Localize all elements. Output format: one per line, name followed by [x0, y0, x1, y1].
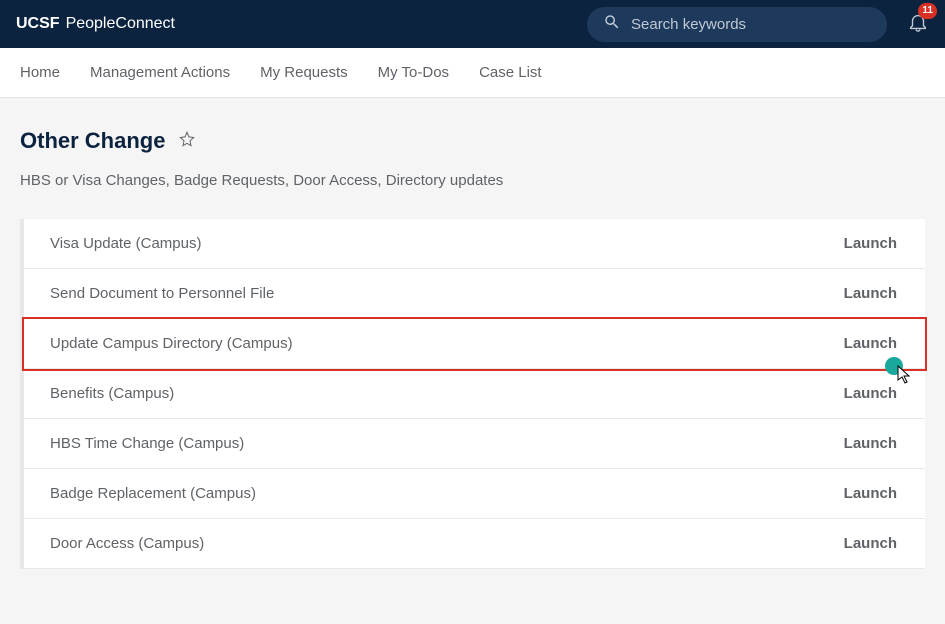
launch-button[interactable]: Launch: [844, 535, 897, 552]
brand-logo: UCSF PeopleConnect: [16, 15, 175, 33]
list-item-send-document[interactable]: Send Document to Personnel File Launch: [24, 269, 925, 319]
main-content: Other Change HBS or Visa Changes, Badge …: [0, 98, 945, 569]
launch-button[interactable]: Launch: [844, 385, 897, 402]
notification-badge: 11: [918, 3, 937, 19]
launch-button[interactable]: Launch: [844, 285, 897, 302]
row-title: Door Access (Campus): [50, 535, 204, 552]
nav-my-requests[interactable]: My Requests: [260, 64, 348, 81]
page-title: Other Change: [20, 128, 165, 154]
row-title: Update Campus Directory (Campus): [50, 335, 293, 352]
nav-management-actions[interactable]: Management Actions: [90, 64, 230, 81]
list-item-hbs-time-change[interactable]: HBS Time Change (Campus) Launch: [24, 419, 925, 469]
row-title: Visa Update (Campus): [50, 235, 201, 252]
list-item-visa-update[interactable]: Visa Update (Campus) Launch: [24, 219, 925, 269]
list-item-door-access[interactable]: Door Access (Campus) Launch: [24, 519, 925, 569]
main-nav: Home Management Actions My Requests My T…: [0, 48, 945, 98]
cursor-pointer-icon: [897, 365, 913, 390]
top-right-controls: 11: [587, 7, 929, 42]
top-navbar: UCSF PeopleConnect 11: [0, 0, 945, 48]
bell-icon: [907, 20, 929, 37]
page-header: Other Change: [20, 128, 925, 154]
row-title: Badge Replacement (Campus): [50, 485, 256, 502]
row-title: Benefits (Campus): [50, 385, 174, 402]
search-input[interactable]: [631, 16, 871, 33]
launch-button[interactable]: Launch: [844, 435, 897, 452]
row-title: Send Document to Personnel File: [50, 285, 274, 302]
list-item-update-directory[interactable]: Update Campus Directory (Campus) Launch: [24, 319, 925, 369]
nav-my-todos[interactable]: My To-Dos: [378, 64, 449, 81]
list-item-benefits[interactable]: Benefits (Campus) Launch: [24, 369, 925, 419]
action-list: Visa Update (Campus) Launch Send Documen…: [20, 219, 925, 569]
search-icon: [603, 13, 631, 36]
brand-bold: UCSF: [16, 15, 60, 33]
brand-light: PeopleConnect: [66, 15, 175, 33]
nav-home[interactable]: Home: [20, 64, 60, 81]
page-subtitle: HBS or Visa Changes, Badge Requests, Doo…: [20, 172, 925, 189]
search-field[interactable]: [587, 7, 887, 42]
notifications-button[interactable]: 11: [907, 11, 929, 38]
row-title: HBS Time Change (Campus): [50, 435, 244, 452]
favorite-star-icon[interactable]: [179, 131, 195, 152]
launch-button[interactable]: Launch: [844, 485, 897, 502]
list-item-badge-replacement[interactable]: Badge Replacement (Campus) Launch: [24, 469, 925, 519]
nav-case-list[interactable]: Case List: [479, 64, 542, 81]
launch-button[interactable]: Launch: [844, 235, 897, 252]
launch-button[interactable]: Launch: [844, 335, 897, 352]
